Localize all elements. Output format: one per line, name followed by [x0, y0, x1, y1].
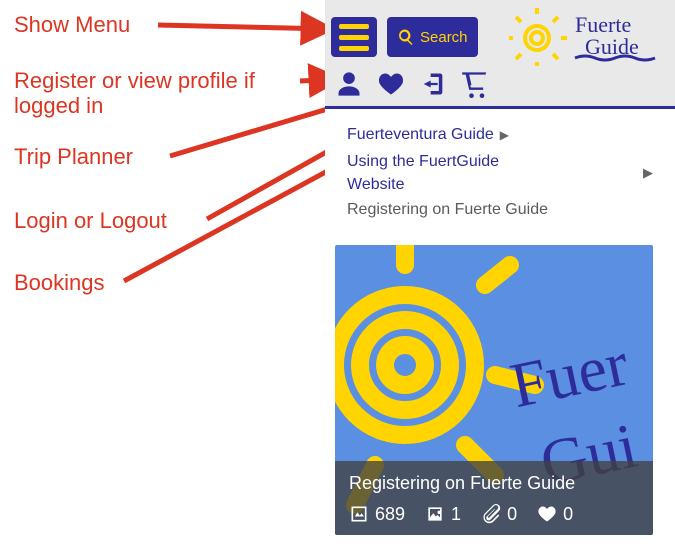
- anno-profile: Register or view profile if logged in: [14, 68, 314, 119]
- anno-bookings: Bookings: [14, 270, 105, 295]
- stat-likes: 0: [537, 504, 573, 525]
- article-card[interactable]: Fuer Gui Registering on Fuerte Guide 689…: [335, 245, 653, 535]
- card-title: Registering on Fuerte Guide: [349, 473, 639, 494]
- magnifier-icon: [397, 28, 415, 46]
- menu-button[interactable]: [331, 17, 377, 57]
- views-icon: [349, 504, 369, 524]
- heart-icon: [537, 504, 557, 524]
- anno-login: Login or Logout: [14, 208, 167, 233]
- stat-views: 689: [349, 504, 405, 525]
- chevron-right-icon: ▶: [643, 165, 653, 181]
- anno-menu: Show Menu: [14, 12, 130, 37]
- heart-icon[interactable]: [377, 70, 405, 98]
- user-icon[interactable]: [335, 70, 363, 98]
- breadcrumb-l2[interactable]: Using the FuertGuide Website: [347, 150, 557, 196]
- breadcrumb: Fuerteventura Guide ▶ Using the FuertGui…: [325, 109, 675, 227]
- search-button[interactable]: Search: [387, 17, 478, 57]
- hamburger-icon: [339, 24, 369, 29]
- brand-logo[interactable]: Fuerte Guide: [509, 8, 669, 66]
- card-overlay: Registering on Fuerte Guide 689 1 0: [335, 461, 653, 535]
- cart-icon[interactable]: [461, 70, 489, 98]
- app-panel: Search Fuerte Guide: [325, 0, 675, 553]
- app-header: Search Fuerte Guide: [325, 0, 675, 106]
- header-icon-row: [331, 66, 669, 100]
- image-icon: [425, 504, 445, 524]
- login-icon[interactable]: [419, 70, 447, 98]
- breadcrumb-l1[interactable]: Fuerteventura Guide: [347, 123, 494, 146]
- chevron-right-icon: ▶: [500, 128, 509, 142]
- stat-attachments: 0: [481, 504, 517, 525]
- anno-planner: Trip Planner: [14, 144, 133, 169]
- search-label: Search: [420, 29, 468, 46]
- stat-images: 1: [425, 504, 461, 525]
- attachment-icon: [481, 504, 501, 524]
- breadcrumb-current: Registering on Fuerte Guide: [347, 201, 548, 219]
